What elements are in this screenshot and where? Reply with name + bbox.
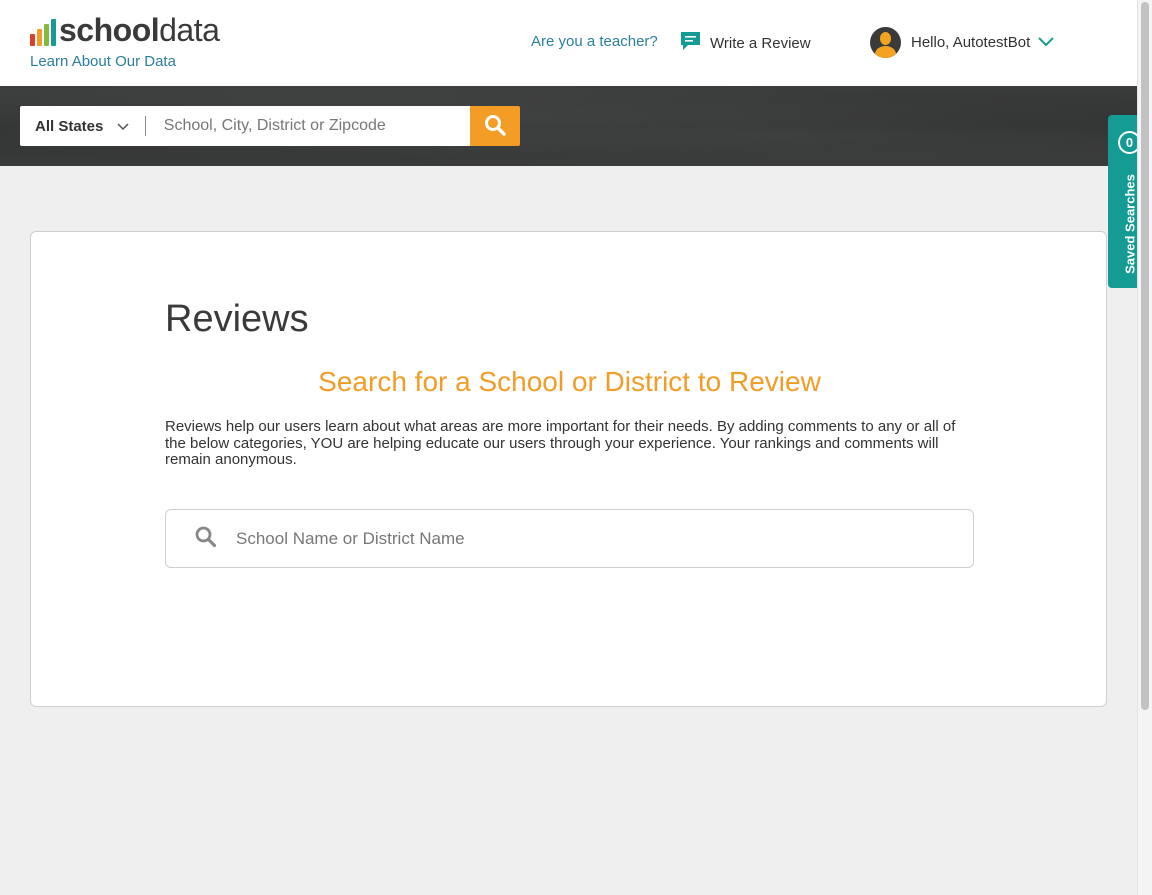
logo-bars-icon xyxy=(30,18,56,46)
user-greeting: Hello, AutotestBot xyxy=(911,34,1031,51)
page-title: Reviews xyxy=(165,298,309,340)
teacher-link[interactable]: Are you a teacher? xyxy=(531,33,658,50)
reviews-card: Reviews Search for a School or District … xyxy=(30,231,1107,707)
saved-searches-label: Saved Searches xyxy=(1122,174,1138,274)
avatar xyxy=(870,27,901,58)
school-district-search-input[interactable] xyxy=(236,528,936,549)
schooldata-logo[interactable]: schooldata xyxy=(30,12,220,48)
intro-text: Reviews help our users learn about what … xyxy=(165,418,956,468)
chevron-down-icon xyxy=(1038,34,1054,52)
user-menu[interactable]: Hello, AutotestBot xyxy=(870,27,1054,58)
review-search-box[interactable] xyxy=(165,509,974,568)
chevron-down-icon xyxy=(103,118,129,135)
state-select[interactable]: All States xyxy=(20,106,145,146)
write-review-label: Write a Review xyxy=(710,35,811,52)
location-search-input[interactable] xyxy=(145,106,471,146)
state-select-value: All States xyxy=(35,117,104,135)
site-header: schooldata Learn About Our Data Are you … xyxy=(0,0,1137,86)
write-review-button[interactable]: Write a Review xyxy=(680,31,811,56)
scrollbar-thumb[interactable] xyxy=(1141,2,1149,710)
top-search-bar: All States xyxy=(20,106,520,146)
search-icon xyxy=(484,114,506,139)
comment-icon xyxy=(680,31,701,56)
search-banner: All States xyxy=(0,86,1137,166)
section-subtitle: Search for a School or District to Revie… xyxy=(318,366,821,397)
logo-wordmark: schooldata xyxy=(59,12,220,48)
search-button[interactable] xyxy=(470,106,520,146)
select-divider xyxy=(144,106,146,146)
scrollbar[interactable] xyxy=(1137,0,1152,895)
learn-about-data-link[interactable]: Learn About Our Data xyxy=(30,53,176,70)
search-icon xyxy=(194,525,217,553)
